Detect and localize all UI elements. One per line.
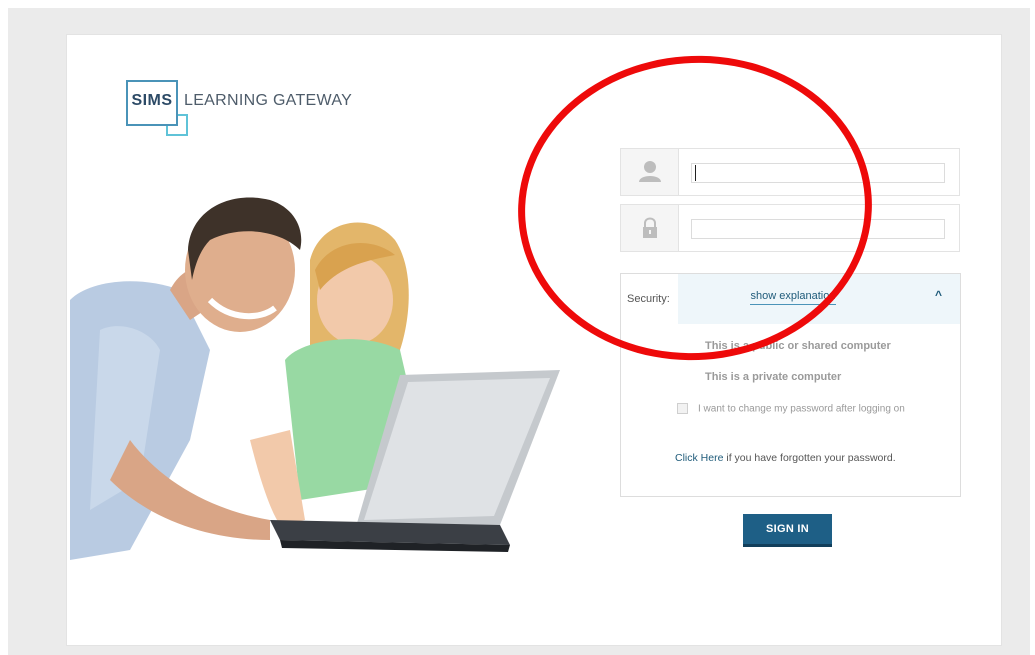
logo-product-text: LEARNING GATEWAY [184, 92, 353, 109]
password-row [620, 204, 960, 252]
forgot-password-link[interactable]: Click Here [675, 452, 723, 464]
sign-in-button[interactable]: SIGN IN [743, 514, 832, 547]
chevron-up-icon[interactable]: ^ [935, 288, 942, 302]
password-icon-cell [621, 205, 679, 251]
change-password-checkbox[interactable] [677, 403, 688, 415]
logo-brand-text: SIMS [131, 92, 173, 109]
show-explanation-link[interactable]: show explanation [678, 290, 908, 305]
username-icon-cell [621, 149, 679, 195]
user-icon [639, 161, 661, 182]
lock-icon [643, 217, 657, 238]
change-password-label: I want to change my password after loggi… [698, 403, 905, 415]
hero-image-parent-child-laptop [70, 197, 560, 560]
text-cursor [695, 165, 696, 181]
private-computer-option[interactable]: This is a private computer [705, 371, 841, 383]
security-label: Security: [627, 293, 670, 305]
security-toggle-bar[interactable]: show explanation ^ [678, 274, 960, 324]
sims-logo: SIMS LEARNING GATEWAY [126, 80, 386, 140]
security-panel: Security: show explanation ^ This is a p… [620, 273, 961, 497]
security-header: Security: show explanation ^ [621, 274, 960, 324]
change-password-row[interactable]: I want to change my password after loggi… [677, 400, 905, 418]
password-input[interactable] [691, 219, 945, 239]
forgot-password-text: Click Here if you have forgotten your pa… [675, 452, 896, 464]
public-computer-option[interactable]: This is a public or shared computer [705, 340, 891, 352]
forgot-password-suffix: if you have forgotten your password. [723, 452, 896, 464]
username-input[interactable] [691, 163, 945, 183]
username-row [620, 148, 960, 196]
